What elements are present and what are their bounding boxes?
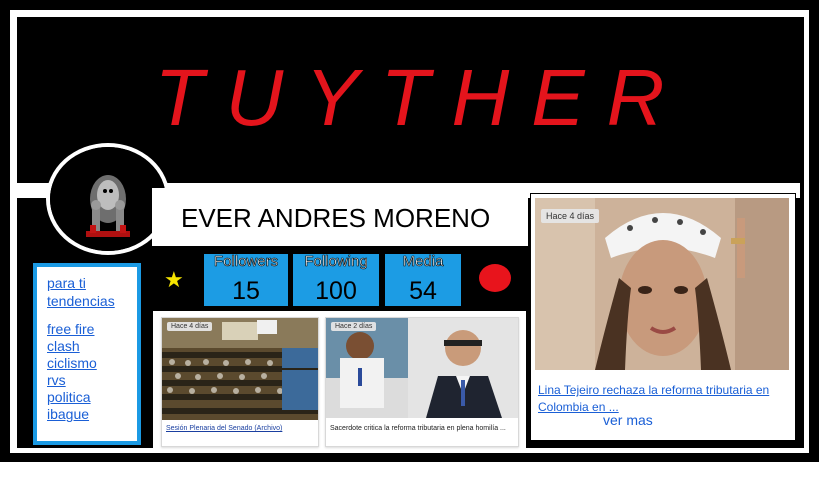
stat-label: Followers: [213, 253, 279, 270]
featured-caption[interactable]: Lina Tejeiro rechaza la reforma tributar…: [538, 382, 788, 416]
record-icon[interactable]: [479, 264, 511, 292]
nav-link-ciclismo[interactable]: ciclismo: [47, 355, 97, 372]
stat-value: 15: [232, 277, 260, 305]
stat-following[interactable]: Following 100: [293, 253, 379, 306]
feed-card[interactable]: Hace 4 días Sesión Plenaria del Senado (…: [161, 317, 319, 447]
nav-link-rvs[interactable]: rvs: [47, 372, 66, 389]
see-more-link[interactable]: ver mas: [603, 412, 653, 428]
profile-name: EVER ANDRES MORENO: [181, 203, 491, 233]
stat-media[interactable]: Media 54: [385, 253, 461, 306]
stat-value: 54: [409, 277, 437, 305]
news-photo: [326, 318, 518, 418]
feed-card[interactable]: Hace 2 días Sacerdote critica la reforma…: [325, 317, 519, 447]
nav-link-free-fire[interactable]: free fire: [47, 321, 94, 338]
time-badge: Hace 4 días: [167, 322, 213, 331]
stat-followers[interactable]: Followers 15: [204, 253, 288, 306]
time-badge: Hace 4 días: [541, 209, 600, 223]
stat-label: Following: [304, 253, 368, 270]
senate-photo: [162, 318, 318, 420]
star-icon[interactable]: ★: [164, 266, 184, 294]
nav-link-politica[interactable]: politica: [47, 389, 91, 406]
nav-link-para-ti[interactable]: para ti: [47, 275, 86, 292]
nav-link-clash[interactable]: clash: [47, 338, 80, 355]
feed-caption[interactable]: Sacerdote critica la reforma tributaria …: [330, 424, 514, 433]
feed-caption[interactable]: Sesión Plenaria del Senado (Archivo): [166, 424, 314, 433]
stat-label: Media: [402, 253, 444, 270]
time-badge: Hace 2 días: [331, 322, 377, 331]
featured-photo: [535, 198, 789, 370]
sidebar-nav: para ti tendencias free fire clash cicli…: [33, 263, 141, 445]
avatar-image: [50, 147, 166, 251]
nav-link-tendencias[interactable]: tendencias: [47, 293, 115, 310]
nav-link-ibague[interactable]: ibague: [47, 406, 89, 423]
stat-value: 100: [315, 277, 357, 305]
portrait-photo: [535, 198, 789, 370]
brand-logo-text: TUYTHER: [154, 53, 687, 142]
